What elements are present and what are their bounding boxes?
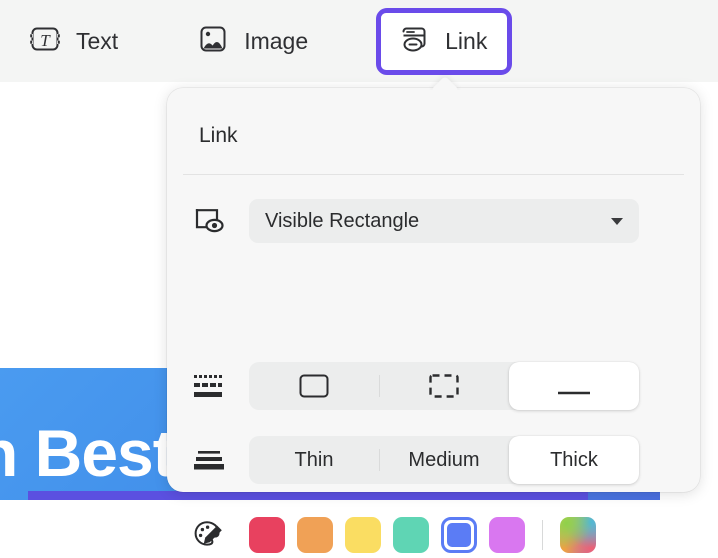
toolbar-item-text[interactable]: T Text: [28, 22, 118, 61]
color-swatch-blue[interactable]: [441, 517, 477, 553]
color-swatch-rainbow-gradient[interactable]: [560, 517, 596, 553]
thickness-option-thin[interactable]: Thin: [249, 436, 379, 484]
color-swatch-yellow[interactable]: [345, 517, 381, 553]
color-swatch-magenta[interactable]: [489, 517, 525, 553]
solid-rectangle-icon: [299, 374, 329, 398]
thickness-option-medium[interactable]: Medium: [379, 436, 509, 484]
color-swatch-orange[interactable]: [297, 517, 333, 553]
rectangle-eye-icon: [193, 206, 249, 236]
toolbar-item-link[interactable]: Link: [376, 7, 513, 75]
border-style-option-underline[interactable]: [509, 362, 639, 410]
panel-title: Link: [199, 124, 238, 147]
hero-underline-bar: [28, 491, 588, 500]
image-icon: [196, 22, 230, 61]
color-row: [167, 512, 700, 558]
link-window-icon: [397, 22, 431, 61]
border-style-row: [167, 362, 700, 410]
color-swatch-teal[interactable]: [393, 517, 429, 553]
insert-toolbar: T Text Image Link: [0, 0, 718, 82]
visibility-row: Visible Rectangle: [167, 198, 700, 244]
hero-heading: n Best: [0, 416, 175, 490]
thickness-row: Thin Medium Thick: [167, 436, 700, 484]
thickness-option-thick[interactable]: Thick: [509, 436, 639, 484]
svg-text:T: T: [40, 31, 51, 50]
text-frame-icon: T: [28, 22, 62, 61]
toolbar-item-text-label: Text: [76, 27, 119, 54]
chevron-down-icon: [611, 217, 623, 225]
line-styles-icon: [193, 372, 249, 400]
toolbar-item-link-label: Link: [445, 27, 488, 54]
panel-divider: [183, 174, 684, 175]
border-style-option-solid-rectangle[interactable]: [249, 362, 379, 410]
color-swatch-red[interactable]: [249, 517, 285, 553]
line-weight-icon: [193, 446, 249, 474]
panel-caret: [428, 74, 462, 90]
thickness-segmented: Thin Medium Thick: [249, 436, 639, 484]
border-style-option-dashed-rectangle[interactable]: [379, 362, 509, 410]
toolbar-item-image-label: Image: [244, 27, 309, 54]
swatch-divider: [542, 520, 543, 550]
color-swatch-list: [249, 517, 596, 553]
segment-separator: [379, 375, 380, 397]
toolbar-item-link-inner[interactable]: Link: [381, 12, 508, 70]
dashed-rectangle-icon: [429, 374, 459, 398]
palette-brush-icon: [193, 519, 249, 551]
underline-icon: [558, 391, 590, 395]
link-settings-panel: Link Visible Rectangle Thin Medium Thick: [167, 88, 700, 553]
segment-separator: [379, 449, 380, 471]
border-style-segmented: [249, 362, 639, 410]
visibility-select[interactable]: Visible Rectangle: [249, 199, 639, 243]
visibility-select-value: Visible Rectangle: [265, 209, 420, 232]
toolbar-item-image[interactable]: Image: [196, 22, 308, 61]
